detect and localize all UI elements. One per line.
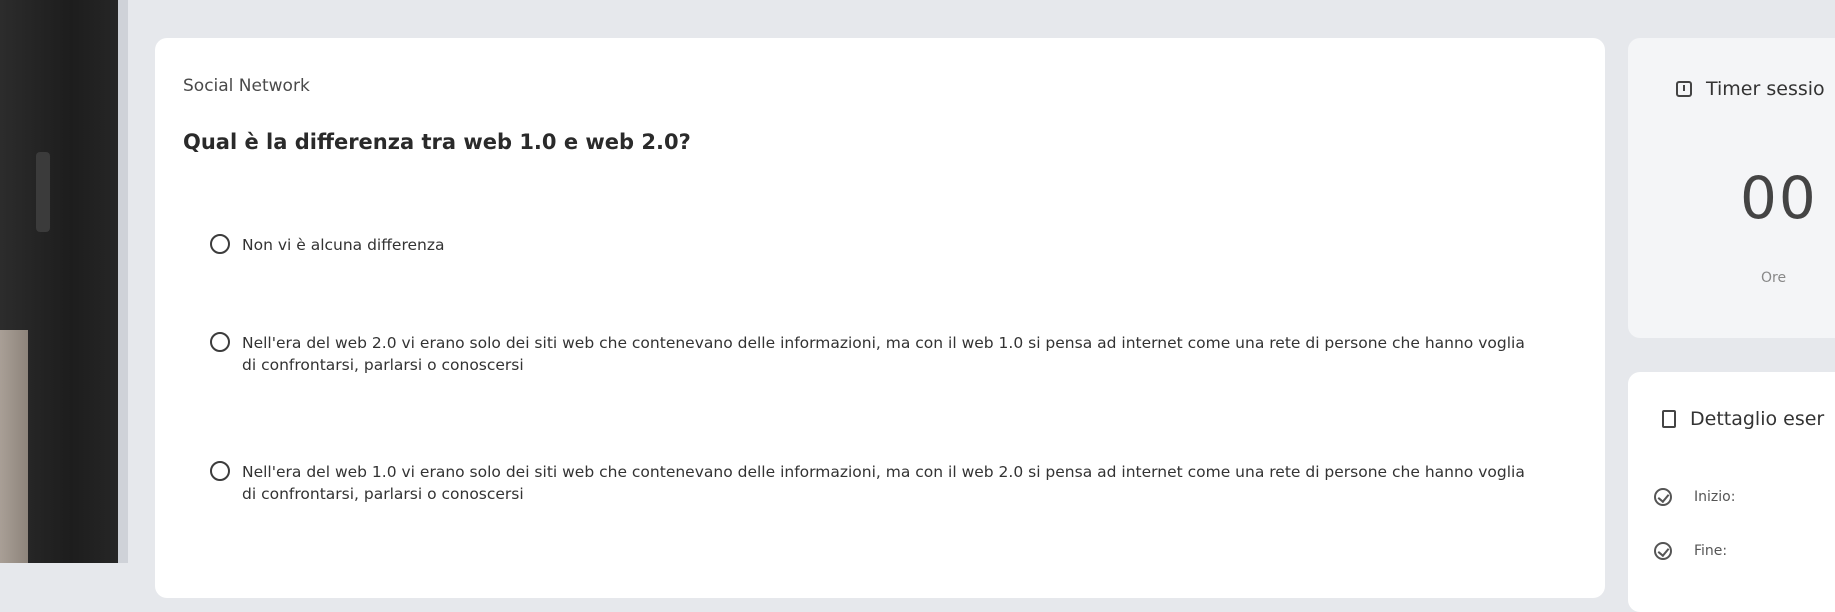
radio-button[interactable]: [210, 234, 230, 254]
question-text: Qual è la differenza tra web 1.0 e web 2…: [183, 130, 691, 154]
radio-button[interactable]: [210, 332, 230, 352]
subject-title: Social Network: [183, 76, 310, 96]
answer-option-2[interactable]: Nell'era del web 2.0 vi erano solo dei s…: [210, 332, 1530, 376]
clock-check-icon: [1654, 488, 1672, 506]
answer-option-label: Nell'era del web 1.0 vi erano solo dei s…: [242, 463, 1525, 503]
answer-option-3[interactable]: Nell'era del web 1.0 vi erano solo dei s…: [210, 461, 1530, 505]
clock-check-icon: [1654, 542, 1672, 560]
document-icon: [1662, 410, 1676, 428]
device-side-button: [36, 152, 50, 232]
answer-option-1[interactable]: Non vi è alcuna differenza: [210, 234, 1530, 256]
timer-hours: 00: [1740, 164, 1818, 232]
device-background: [0, 330, 28, 563]
detail-end-row: Fine:: [1654, 542, 1727, 560]
end-label: Fine:: [1694, 543, 1728, 559]
timer-hours-label: Ore: [1761, 270, 1787, 286]
detail-title: Dettaglio eser: [1690, 408, 1825, 430]
screen-edge: [118, 0, 128, 563]
session-timer-card: Timer sessio 00 : Ore: [1628, 38, 1835, 338]
question-card: Social Network Qual è la differenza tra …: [155, 38, 1605, 598]
timer-header: Timer sessio: [1676, 78, 1825, 100]
detail-start-row: Inizio:: [1654, 488, 1735, 506]
answer-option-label: Nell'era del web 2.0 vi erano solo dei s…: [242, 334, 1525, 374]
timer-title: Timer sessio: [1706, 78, 1825, 100]
exercise-detail-card: Dettaglio eser Inizio: Fine:: [1628, 372, 1835, 612]
start-label: Inizio:: [1694, 489, 1736, 505]
timer-icon: [1676, 81, 1692, 97]
detail-header: Dettaglio eser: [1662, 408, 1824, 430]
radio-button[interactable]: [210, 461, 230, 481]
answer-option-label: Non vi è alcuna differenza: [242, 236, 445, 254]
